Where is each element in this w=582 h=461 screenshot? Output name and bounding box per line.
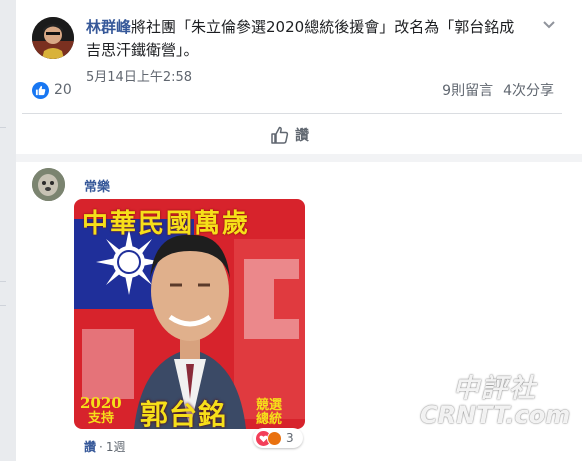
post-text: 將社團「朱立倫參選2020總統後援會」改名為「郭台銘成吉思汗鐵衛營」。 xyxy=(86,18,515,59)
edge-divider xyxy=(0,127,6,128)
author-avatar[interactable] xyxy=(32,17,74,59)
like-reaction-icon xyxy=(32,81,49,99)
comments-count[interactable]: 9則留言 xyxy=(442,83,493,99)
edge-divider xyxy=(0,281,6,282)
like-button[interactable]: 讚 xyxy=(270,124,309,146)
image-side-text-1: 競選 xyxy=(256,398,283,413)
engagement-counts: 9則留言 4次分享 xyxy=(442,80,554,100)
comment-like-link[interactable]: 讚 xyxy=(84,440,96,454)
image-support-text: 支持 xyxy=(88,411,115,426)
image-banner-text: 中華民國萬歲 xyxy=(82,209,251,239)
separator-dot: · xyxy=(99,440,103,454)
commenter-avatar[interactable] xyxy=(32,168,65,201)
post-body: 林群峰將社團「朱立倫參選2020總統後援會」改名為「郭台銘成吉思汗鐵衛營」。 xyxy=(86,16,526,62)
post-timestamp[interactable]: 5月14日上午2:58 xyxy=(86,66,192,85)
comment-actions: 讚 · 1週 xyxy=(84,438,125,455)
chevron-down-icon[interactable] xyxy=(540,15,558,33)
left-page-edge xyxy=(0,0,16,461)
angry-reaction-icon xyxy=(267,430,282,446)
comments-separator xyxy=(16,154,582,162)
like-count: 20 xyxy=(54,82,72,98)
avatar-photo xyxy=(32,17,74,59)
watermark-line-2: CRNTT.com xyxy=(420,401,571,429)
post-author-name[interactable]: 林群峰 xyxy=(86,18,131,36)
comment-reaction-count: 3 xyxy=(286,431,294,445)
reaction-summary[interactable]: 20 xyxy=(32,80,72,100)
image-name-text: 郭台銘 xyxy=(140,398,228,429)
divider xyxy=(22,113,562,114)
avatar-photo xyxy=(32,168,65,201)
image-year-text: 2020 xyxy=(80,394,122,412)
edge-divider xyxy=(0,305,6,306)
comment-age[interactable]: 1週 xyxy=(106,440,126,454)
watermark-line-1: 中評社 xyxy=(452,374,537,404)
image-side-text-2: 總統 xyxy=(256,412,283,427)
comment-reactions[interactable]: 3 xyxy=(253,428,303,448)
shares-count[interactable]: 4次分享 xyxy=(503,83,554,99)
watermark: 中評社 CRNTT.com xyxy=(420,368,570,429)
comment-image[interactable]: 中華民國萬歲 2020 支持 郭台銘 競選 總統 xyxy=(74,199,305,429)
like-button-label: 讚 xyxy=(295,128,309,144)
commenter-name[interactable]: 常樂 xyxy=(84,176,110,195)
thumbs-up-icon xyxy=(271,126,289,144)
